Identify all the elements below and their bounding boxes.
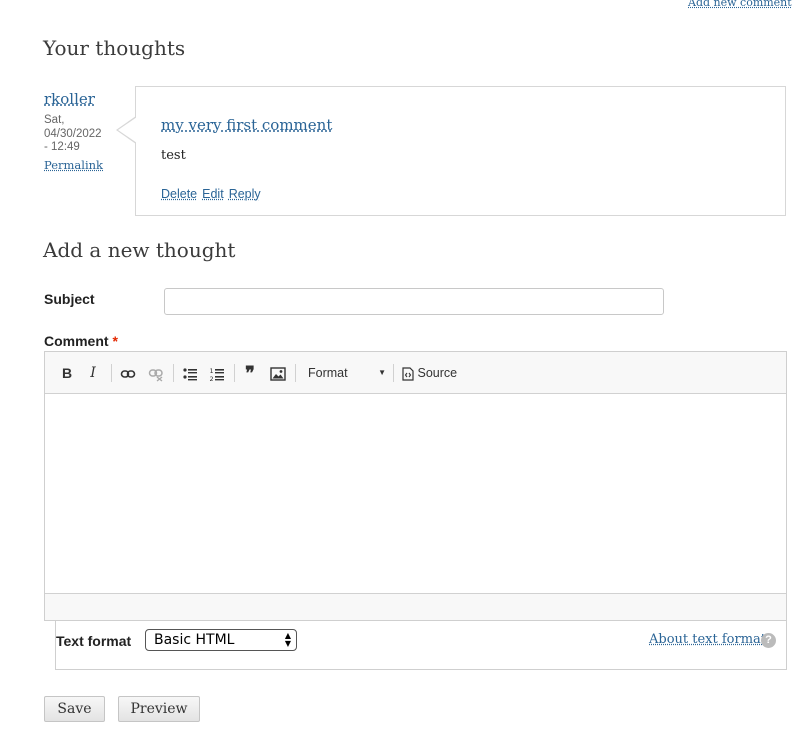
comment-editor: B I 1 2 ❞ Format ▼ Source	[44, 351, 787, 621]
comment-label-text: Comment	[44, 333, 109, 349]
comments-section-title: Your thoughts	[43, 36, 186, 60]
format-dropdown[interactable]: Format ▼	[308, 362, 386, 384]
text-format-wrapper: Text format Basic HTML ▲ ▼ About text for…	[55, 621, 787, 670]
toolbar-separator	[234, 364, 235, 382]
help-icon[interactable]: ?	[761, 633, 776, 648]
comment-body-text: test	[161, 148, 186, 163]
form-section-title: Add a new thought	[43, 238, 236, 262]
comment-pointer-fill	[118, 117, 137, 143]
comment-permalink[interactable]: Permalink	[44, 158, 103, 172]
comment-author-link[interactable]: rkoller	[44, 90, 95, 108]
select-arrows-icon: ▲ ▼	[284, 631, 291, 648]
text-format-selected: Basic HTML	[154, 632, 235, 648]
caret-down-icon: ▼	[378, 368, 386, 377]
about-text-formats-link[interactable]: About text formats	[649, 632, 773, 647]
comment-date-line: 04/30/2022	[44, 127, 102, 140]
numbered-list-icon: 1 2	[210, 367, 224, 383]
comment-reply-link[interactable]: Reply	[229, 187, 261, 201]
image-icon	[270, 367, 286, 381]
comment-date-line: - 12:49	[44, 141, 80, 153]
comment-actions: Delete Edit Reply	[161, 187, 266, 201]
toolbar-separator	[173, 364, 174, 382]
comment-label: Comment *	[44, 333, 118, 349]
editor-status-bar	[45, 593, 786, 620]
comment-card: my very first comment test Delete Edit Rep…	[135, 86, 786, 216]
text-format-label: Text format	[56, 633, 132, 649]
subject-input[interactable]	[164, 288, 664, 315]
preview-button[interactable]: Preview	[118, 696, 200, 722]
comment-title-link[interactable]: my very first comment	[161, 116, 332, 134]
toolbar-separator	[295, 364, 296, 382]
bulleted-list-icon	[183, 368, 197, 381]
bulleted-list-button[interactable]	[180, 362, 200, 384]
toolbar-separator	[393, 364, 394, 382]
link-button[interactable]	[118, 362, 138, 384]
format-dropdown-label: Format	[308, 366, 348, 380]
blockquote-button[interactable]: ❞	[240, 362, 260, 384]
unlink-icon	[148, 369, 163, 382]
italic-button[interactable]: I	[85, 362, 101, 384]
text-format-select[interactable]: Basic HTML ▲ ▼	[145, 629, 297, 651]
toolbar-separator	[111, 364, 112, 382]
comment-date: Sat, 04/30/2022 - 12:49	[44, 114, 114, 155]
image-button[interactable]	[268, 362, 288, 384]
editor-content-area[interactable]	[45, 395, 786, 595]
bold-button[interactable]: B	[59, 362, 75, 384]
editor-toolbar: B I 1 2 ❞ Format ▼ Source	[45, 352, 786, 394]
source-icon	[402, 367, 414, 381]
comment-delete-link[interactable]: Delete	[161, 187, 197, 201]
required-marker: *	[112, 333, 118, 349]
unlink-button	[146, 362, 166, 384]
source-button-label: Source	[417, 366, 458, 380]
link-icon	[120, 370, 136, 379]
source-button[interactable]: Source	[402, 362, 472, 384]
svg-text:2: 2	[210, 375, 214, 382]
comment-date-line: Sat,	[44, 114, 65, 126]
numbered-list-button[interactable]: 1 2	[207, 362, 227, 384]
add-new-comment-link[interactable]: Add new comment	[688, 0, 792, 9]
comment-edit-link[interactable]: Edit	[202, 187, 224, 201]
subject-label: Subject	[44, 291, 95, 307]
svg-text:1: 1	[210, 367, 214, 375]
save-button[interactable]: Save	[44, 696, 105, 722]
